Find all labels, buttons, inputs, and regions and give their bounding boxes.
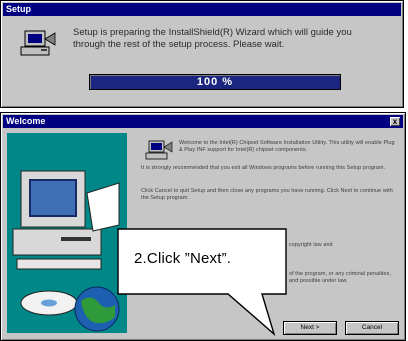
callout-text: 2.Click ”Next”. (134, 250, 232, 267)
callout-bubble (117, 228, 287, 337)
